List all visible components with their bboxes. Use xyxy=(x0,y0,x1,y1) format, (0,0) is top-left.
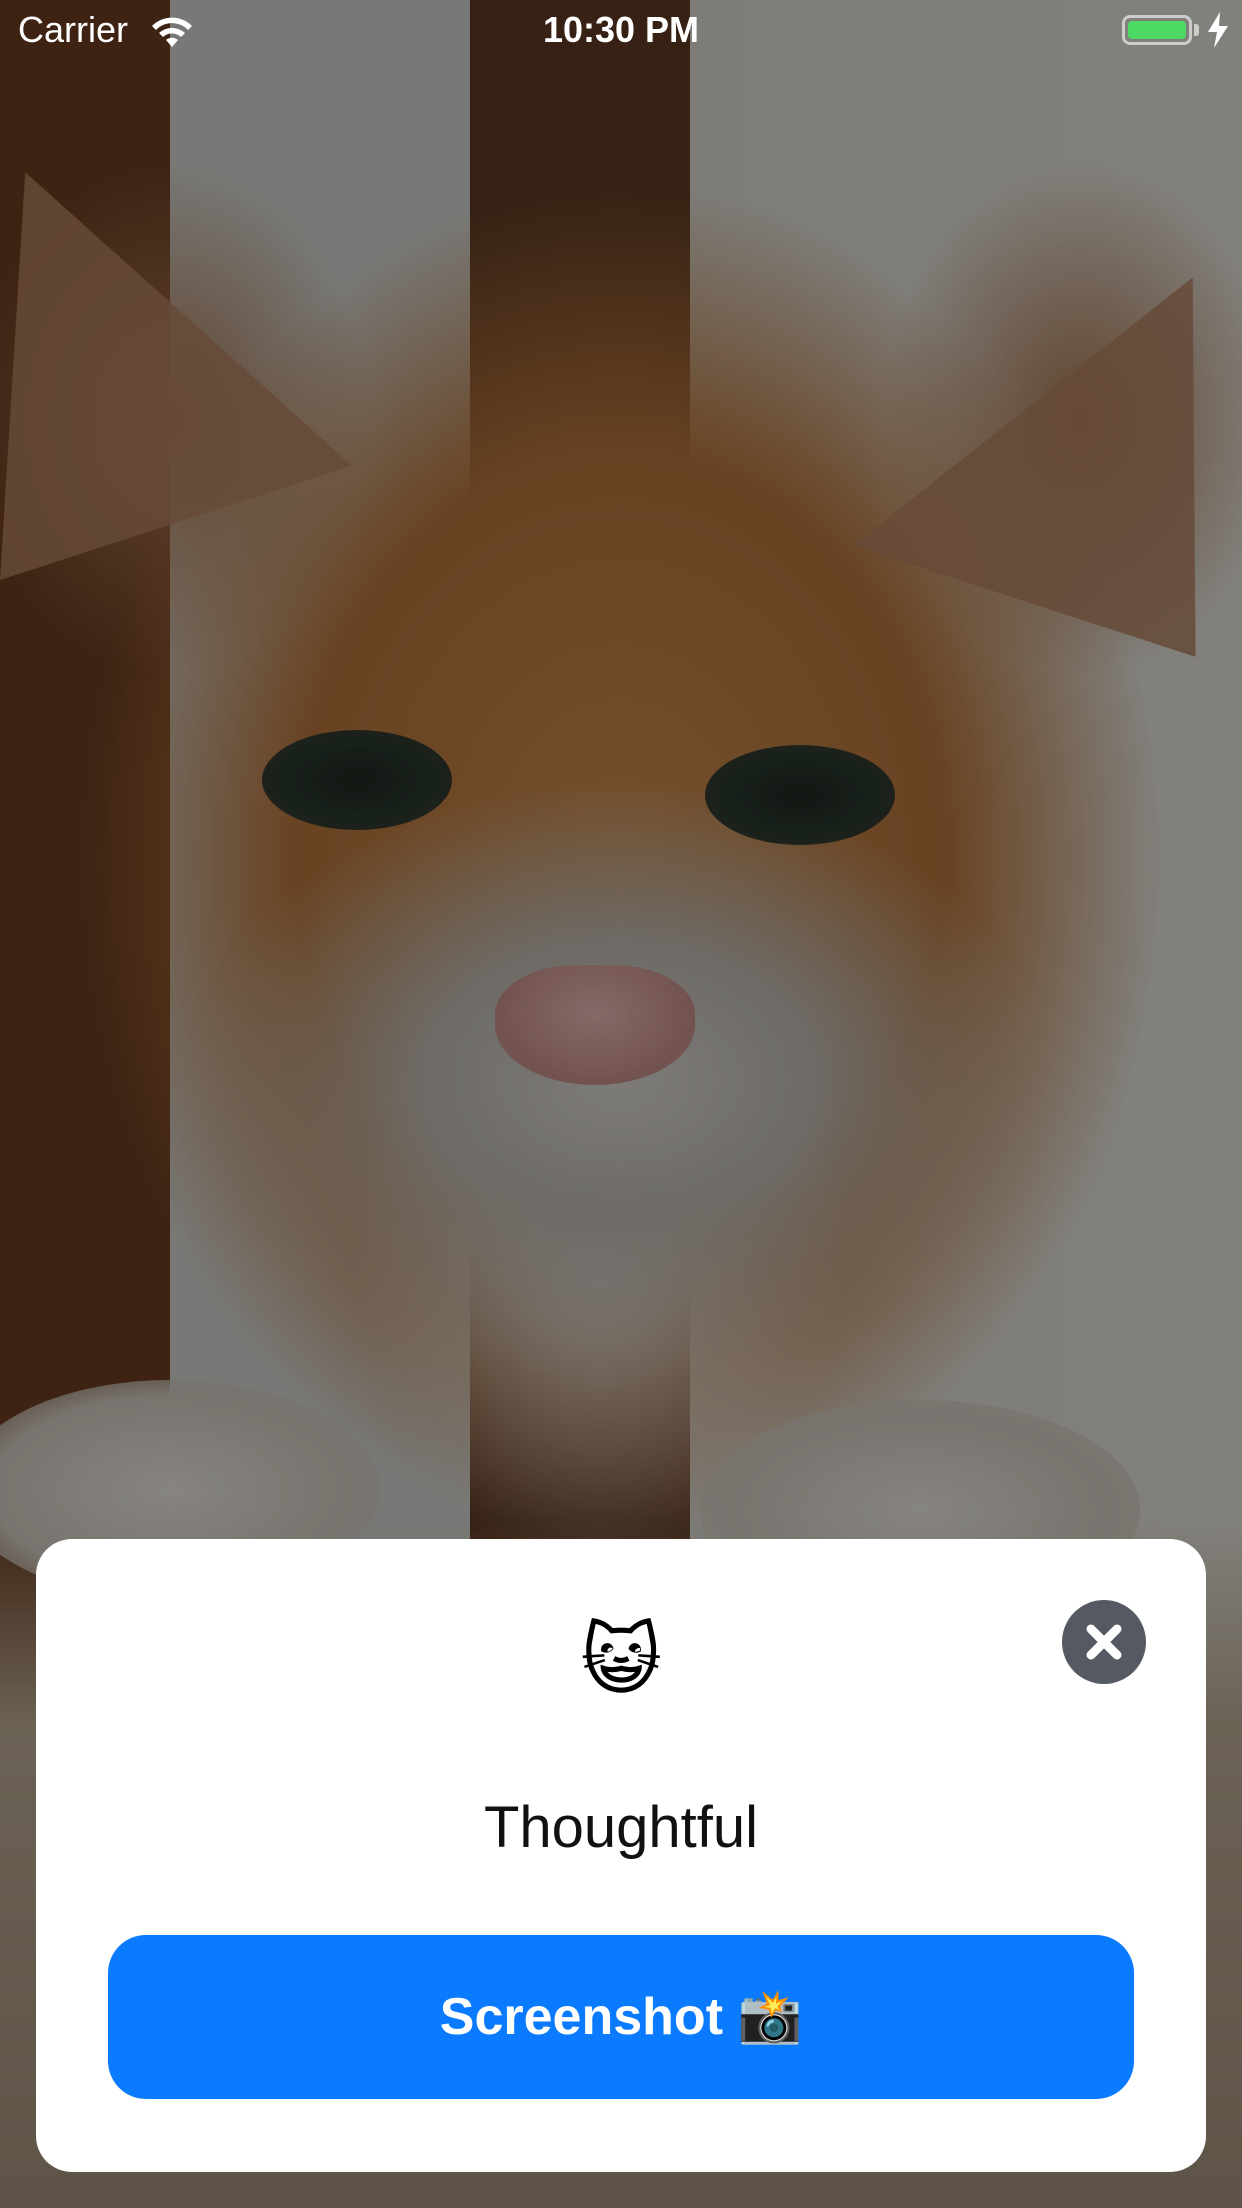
battery-tip xyxy=(1194,24,1199,36)
result-title: Thoughtful xyxy=(483,1795,759,1860)
app-screen: Carrier 10:30 PM 😺 Thoughtful Screenshot… xyxy=(0,0,1242,2208)
battery-icon xyxy=(1122,15,1192,45)
clock: 10:30 PM xyxy=(542,9,700,50)
status-bar: Carrier 10:30 PM xyxy=(0,0,1242,60)
screenshot-button[interactable]: Screenshot 📸 xyxy=(108,1935,1134,2099)
lightning-bolt-icon xyxy=(1208,12,1228,48)
battery-level xyxy=(1128,21,1186,39)
cat-emoji-icon: 😺 xyxy=(580,1616,662,1704)
